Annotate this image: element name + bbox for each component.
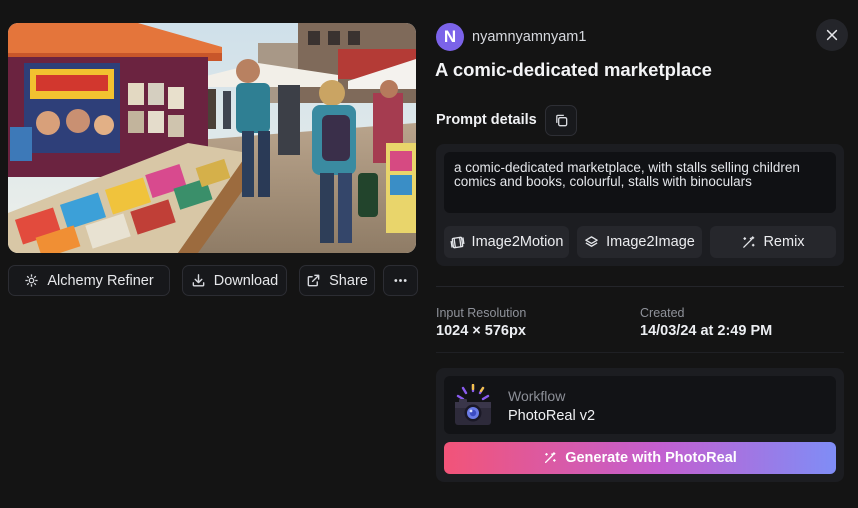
alchemy-refiner-label: Alchemy Refiner: [47, 272, 154, 289]
image2image-label: Image2Image: [606, 234, 695, 250]
prompt-text: a comic-dedicated marketplace, with stal…: [444, 152, 836, 213]
share-button[interactable]: Share: [299, 265, 375, 296]
download-button[interactable]: Download: [182, 265, 287, 296]
remix-button[interactable]: Remix: [710, 226, 836, 258]
divider: [436, 352, 844, 353]
divider: [436, 286, 844, 287]
alchemy-refiner-button[interactable]: Alchemy Refiner: [8, 265, 170, 296]
created-label: Created: [640, 306, 685, 320]
close-icon: [826, 29, 838, 41]
close-button[interactable]: [816, 19, 848, 51]
copy-icon: [555, 114, 567, 127]
image2motion-button[interactable]: Image2Motion: [444, 226, 569, 258]
page-title: A comic-dedicated marketplace: [435, 59, 712, 80]
workflow-name: PhotoReal v2: [508, 408, 596, 424]
comic-marketplace-photo: [8, 23, 416, 253]
image2image-button[interactable]: Image2Image: [577, 226, 702, 258]
magic-wand-icon: [545, 452, 556, 464]
avatar[interactable]: N: [436, 23, 464, 51]
copy-prompt-button[interactable]: [545, 105, 577, 136]
image2motion-icon: [450, 236, 465, 248]
created-value: 14/03/24 at 2:49 PM: [640, 323, 773, 339]
ellipsis-icon: [393, 273, 408, 288]
prompt-details-heading: Prompt details: [436, 112, 537, 128]
alchemy-icon: [24, 273, 39, 288]
username[interactable]: nyamnyamnyam1: [472, 29, 586, 45]
generated-image[interactable]: [8, 23, 416, 253]
image2motion-label: Image2Motion: [471, 234, 564, 250]
layers-icon: [585, 235, 598, 247]
camera-sparkle-icon: [455, 384, 491, 425]
share-icon: [306, 273, 321, 288]
share-label: Share: [329, 272, 368, 289]
workflow-label: Workflow: [508, 388, 566, 404]
magic-wand-icon: [743, 235, 756, 248]
resolution-label: Input Resolution: [436, 306, 527, 320]
workflow-selector[interactable]: [444, 376, 836, 434]
resolution-value: 1024 × 576px: [436, 323, 526, 339]
more-options-button[interactable]: [383, 265, 418, 296]
generate-label: Generate with PhotoReal: [565, 450, 737, 466]
generate-with-photoreal-button[interactable]: Generate with PhotoReal: [444, 442, 836, 474]
remix-label: Remix: [763, 234, 805, 250]
download-label: Download: [213, 272, 279, 289]
download-icon: [191, 273, 206, 288]
